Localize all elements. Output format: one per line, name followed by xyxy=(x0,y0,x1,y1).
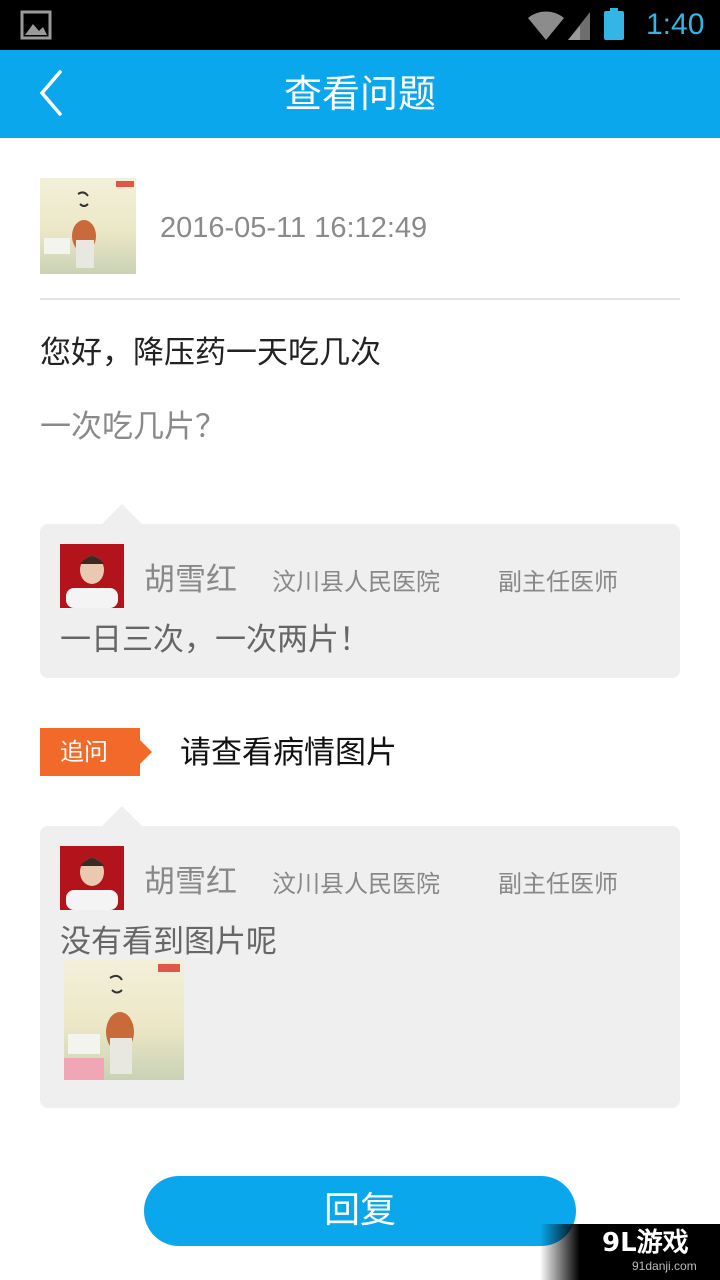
attachment-thumbnail xyxy=(64,964,180,1080)
reply-text: 一日三次，一次两片！ xyxy=(60,622,370,658)
doctor-avatar xyxy=(60,544,124,608)
followup-text: 请查看病情图片 xyxy=(180,735,397,771)
doctor-hospital: 汶川县人民医院 xyxy=(272,870,440,898)
page-title: 查看问题 xyxy=(283,72,436,116)
question-title: 您好，降压药一天吃几次 xyxy=(40,335,381,371)
watermark-url: 91danji.com xyxy=(632,1259,697,1273)
doctor-reply: 胡雪红 汶川县人民医院 副主任医师 一日三次，一次两片！ xyxy=(40,504,680,678)
watermark-logo: 9L游戏 xyxy=(602,1228,689,1258)
battery-icon xyxy=(604,8,624,40)
asker-avatar xyxy=(40,178,136,274)
reply-text: 没有看到图片呢 xyxy=(60,924,277,960)
signal-icon xyxy=(568,12,590,40)
question-detail: 一次吃几片？ xyxy=(40,409,226,445)
image-notification-icon xyxy=(20,10,52,40)
doctor-name: 胡雪红 xyxy=(144,864,237,900)
reply-pointer xyxy=(102,504,142,524)
doctor-avatar xyxy=(60,846,124,910)
status-bar: 1:40 xyxy=(0,0,720,50)
divider xyxy=(40,298,680,300)
title-bar: 查看问题 xyxy=(0,50,720,138)
avatar-image xyxy=(44,181,134,268)
doctor-name: 胡雪红 xyxy=(144,562,237,598)
doctor-rank: 副主任医师 xyxy=(498,870,618,898)
doctor-reply: 胡雪红 汶川县人民医院 副主任医师 没有看到图片呢 xyxy=(40,806,680,1108)
reply-pointer xyxy=(102,806,142,826)
avatar-image xyxy=(60,544,124,608)
avatar-image xyxy=(60,846,124,910)
status-time: 1:40 xyxy=(646,8,705,41)
reply-attachment-image[interactable] xyxy=(64,960,184,1080)
followup-tag: 追问 xyxy=(40,728,152,776)
doctor-rank: 副主任医师 xyxy=(498,568,618,596)
watermark: 9L游戏 91danji.com xyxy=(540,1224,720,1280)
reply-button[interactable]: 回复 xyxy=(144,1176,576,1246)
doctor-hospital: 汶川县人民医院 xyxy=(272,568,440,596)
question-timestamp: 2016-05-11 16:12:49 xyxy=(160,212,428,244)
wifi-icon xyxy=(528,11,564,40)
